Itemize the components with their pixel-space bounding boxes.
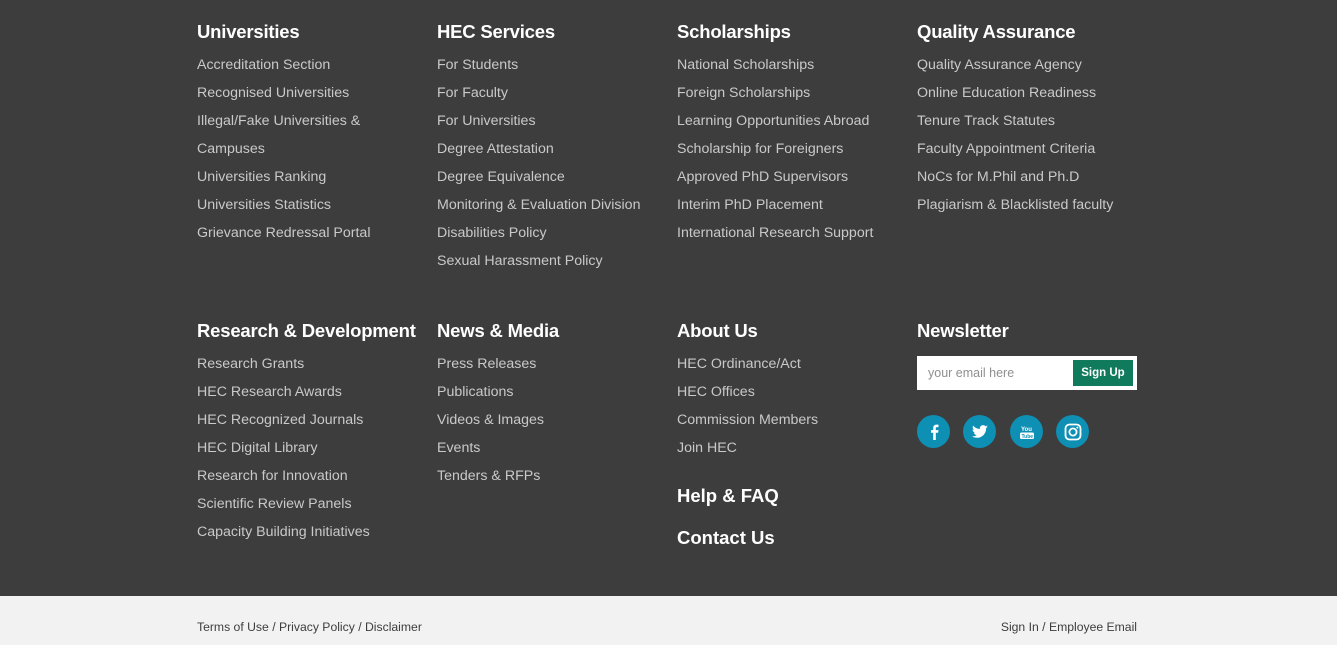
youtube-icon[interactable]: You Tube: [1010, 415, 1043, 448]
link-foreign-scholarships[interactable]: Foreign Scholarships: [677, 85, 810, 101]
svg-text:Tube: Tube: [1021, 433, 1033, 439]
link-degree-equivalence[interactable]: Degree Equivalence: [437, 169, 565, 185]
separator: /: [1042, 620, 1046, 634]
link-commission-members[interactable]: Commission Members: [677, 412, 818, 428]
link-learning-opportunities-abroad[interactable]: Learning Opportunities Abroad: [677, 113, 869, 129]
link-international-research-support[interactable]: International Research Support: [677, 225, 873, 241]
privacy-policy-link[interactable]: Privacy Policy: [279, 620, 355, 634]
link-capacity-building-initiatives[interactable]: Capacity Building Initiatives: [197, 524, 370, 540]
sign-in-link[interactable]: Sign In: [1001, 620, 1039, 634]
link-monitoring-evaluation[interactable]: Monitoring & Evaluation Division: [437, 197, 640, 213]
about-column: About Us HEC Ordinance/Act HEC Offices C…: [677, 320, 907, 462]
hec-services-heading: HEC Services: [437, 21, 555, 42]
news-media-column: News & Media Press Releases Publications…: [437, 320, 667, 490]
link-approved-phd-supervisors[interactable]: Approved PhD Supervisors: [677, 169, 848, 185]
scholarships-column: Scholarships National Scholarships Forei…: [677, 21, 907, 247]
link-hec-recognized-journals[interactable]: HEC Recognized Journals: [197, 412, 363, 428]
sign-up-button[interactable]: Sign Up: [1073, 360, 1133, 386]
link-hec-research-awards[interactable]: HEC Research Awards: [197, 384, 342, 400]
quality-assurance-column: Quality Assurance Quality Assurance Agen…: [917, 21, 1147, 219]
link-events[interactable]: Events: [437, 440, 480, 456]
link-for-universities[interactable]: For Universities: [437, 113, 536, 129]
research-column: Research & Development Research Grants H…: [197, 320, 427, 546]
link-illegal-fake-universities[interactable]: Illegal/Fake Universities & Campuses: [197, 113, 360, 157]
link-for-faculty[interactable]: For Faculty: [437, 85, 508, 101]
disclaimer-link[interactable]: Disclaimer: [365, 620, 422, 634]
universities-heading: Universities: [197, 21, 300, 42]
research-heading: Research & Development: [197, 320, 416, 341]
link-accreditation-section[interactable]: Accreditation Section: [197, 57, 330, 73]
newsletter-heading: Newsletter: [917, 320, 1009, 341]
contact-us-link[interactable]: Contact Us: [677, 527, 775, 549]
link-for-students[interactable]: For Students: [437, 57, 518, 73]
link-hec-offices[interactable]: HEC Offices: [677, 384, 755, 400]
link-grievance-redressal-portal[interactable]: Grievance Redressal Portal: [197, 225, 370, 241]
link-publications[interactable]: Publications: [437, 384, 514, 400]
legal-links: Terms of Use / Privacy Policy / Disclaim…: [197, 620, 422, 634]
footer-bottom-bar: Terms of Use / Privacy Policy / Disclaim…: [0, 596, 1337, 645]
link-interim-phd-placement[interactable]: Interim PhD Placement: [677, 197, 823, 213]
instagram-icon[interactable]: [1056, 415, 1089, 448]
account-links: Sign In / Employee Email: [1001, 620, 1137, 634]
link-plagiarism-blacklisted-faculty[interactable]: Plagiarism & Blacklisted faculty: [917, 197, 1113, 213]
link-universities-ranking[interactable]: Universities Ranking: [197, 169, 326, 185]
link-hec-digital-library[interactable]: HEC Digital Library: [197, 440, 318, 456]
link-research-grants[interactable]: Research Grants: [197, 356, 304, 372]
twitter-icon[interactable]: [963, 415, 996, 448]
hec-services-column: HEC Services For Students For Faculty Fo…: [437, 21, 667, 275]
about-heading: About Us: [677, 320, 758, 341]
quality-assurance-heading: Quality Assurance: [917, 21, 1076, 42]
newsletter-column: Newsletter: [917, 320, 1147, 350]
link-degree-attestation[interactable]: Degree Attestation: [437, 141, 554, 157]
footer-main: Universities Accreditation Section Recog…: [0, 0, 1337, 596]
link-nocs-mphil-phd[interactable]: NoCs for M.Phil and Ph.D: [917, 169, 1079, 185]
universities-column: Universities Accreditation Section Recog…: [197, 21, 427, 247]
link-hec-ordinance-act[interactable]: HEC Ordinance/Act: [677, 356, 801, 372]
newsletter-email-input[interactable]: [928, 362, 1068, 384]
link-online-education-readiness[interactable]: Online Education Readiness: [917, 85, 1096, 101]
link-sexual-harassment-policy[interactable]: Sexual Harassment Policy: [437, 253, 603, 269]
facebook-icon[interactable]: [917, 415, 950, 448]
separator: /: [358, 620, 362, 634]
link-scientific-review-panels[interactable]: Scientific Review Panels: [197, 496, 352, 512]
employee-email-link[interactable]: Employee Email: [1049, 620, 1137, 634]
separator: /: [272, 620, 276, 634]
svg-text:You: You: [1021, 427, 1032, 433]
news-media-heading: News & Media: [437, 320, 559, 341]
newsletter-form: Sign Up: [917, 356, 1137, 390]
terms-of-use-link[interactable]: Terms of Use: [197, 620, 269, 634]
scholarships-heading: Scholarships: [677, 21, 791, 42]
link-videos-images[interactable]: Videos & Images: [437, 412, 544, 428]
link-universities-statistics[interactable]: Universities Statistics: [197, 197, 331, 213]
link-tenders-rfps[interactable]: Tenders & RFPs: [437, 468, 540, 484]
link-tenure-track-statutes[interactable]: Tenure Track Statutes: [917, 113, 1055, 129]
link-quality-assurance-agency[interactable]: Quality Assurance Agency: [917, 57, 1082, 73]
link-press-releases[interactable]: Press Releases: [437, 356, 536, 372]
link-national-scholarships[interactable]: National Scholarships: [677, 57, 814, 73]
link-disabilities-policy[interactable]: Disabilities Policy: [437, 225, 547, 241]
link-recognised-universities[interactable]: Recognised Universities: [197, 85, 349, 101]
help-faq-link[interactable]: Help & FAQ: [677, 485, 779, 507]
link-research-for-innovation[interactable]: Research for Innovation: [197, 468, 348, 484]
link-scholarship-for-foreigners[interactable]: Scholarship for Foreigners: [677, 141, 843, 157]
link-faculty-appointment-criteria[interactable]: Faculty Appointment Criteria: [917, 141, 1095, 157]
link-join-hec[interactable]: Join HEC: [677, 440, 737, 456]
